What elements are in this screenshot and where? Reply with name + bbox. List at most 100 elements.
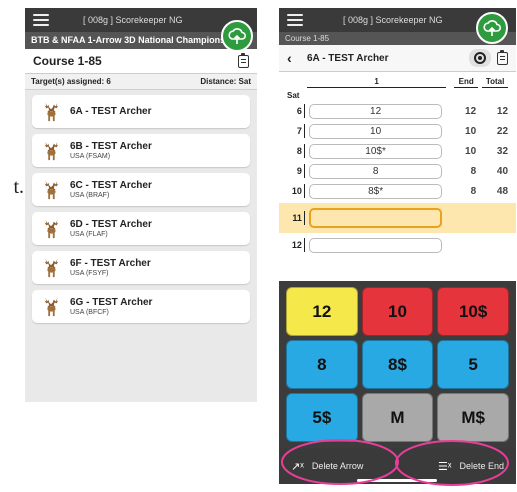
score-row: 10 8$* 8 48 xyxy=(287,181,508,201)
target-number: 10 xyxy=(287,184,305,198)
delete-end-icon: ☰ˣ xyxy=(437,460,452,473)
archer-card-text: 6A - TEST Archer xyxy=(70,106,152,117)
archer-name: 6A - TEST Archer xyxy=(70,106,152,117)
end-score: 8 xyxy=(470,185,477,197)
archer-name: 6B - TEST Archer xyxy=(70,141,152,152)
cloud-sync-icon[interactable] xyxy=(221,20,253,52)
archer-title: 6A - TEST Archer xyxy=(307,52,389,64)
target-view-button[interactable] xyxy=(469,49,491,67)
score-rows: 6 12 12 12 7 10 10 22 8 10$* 10 32 9 8 8 40 10 8$* 8 48 11 12 xyxy=(279,101,516,255)
archer-card-text: 6D - TEST Archer USA (FLAF) xyxy=(70,219,152,238)
target-number: 9 xyxy=(287,164,305,178)
archer-club: USA (BFCF) xyxy=(70,309,109,316)
clipboard-icon[interactable] xyxy=(238,52,249,68)
app-title: [ 008g ] Scorekeeper NG xyxy=(343,15,443,25)
score-row: 7 10 10 22 xyxy=(287,121,508,141)
arrow-score-field[interactable]: 10 xyxy=(308,123,443,139)
arrow-score-field[interactable]: 12 xyxy=(308,103,443,119)
archer-card-text: 6G - TEST Archer USA (BFCF) xyxy=(70,297,152,316)
running-total: 48 xyxy=(496,185,509,197)
column-total: Total xyxy=(482,77,508,88)
archer-card-text: 6B - TEST Archer USA (FSAM) xyxy=(70,141,152,160)
arrow-score-field[interactable] xyxy=(308,237,443,253)
delete-arrow-button[interactable]: ↗ˣ Delete Arrow xyxy=(291,460,363,473)
target-number: 6 xyxy=(287,104,305,118)
delete-arrow-icon: ↗ˣ xyxy=(291,460,304,473)
archer-card[interactable]: 6G - TEST Archer USA (BFCF) xyxy=(32,290,250,323)
background-text-fragment: t. xyxy=(13,176,24,198)
score-table: 1 End Total Sat 6 12 12 12 7 10 10 22 8 10$* 10 32 9… xyxy=(279,72,516,255)
end-score: 12 xyxy=(465,105,477,117)
archer-card-text: 6C - TEST Archer USA (BRAF) xyxy=(70,180,152,199)
archer-card[interactable]: 6F - TEST Archer USA (FSYF) xyxy=(32,251,250,284)
archer-name: 6C - TEST Archer xyxy=(70,180,152,191)
score-key[interactable]: 5 xyxy=(437,340,509,389)
score-key[interactable]: M$ xyxy=(437,393,509,442)
column-end: End xyxy=(454,77,479,88)
column-end-number: 1 xyxy=(307,77,447,88)
archer-card[interactable]: 6B - TEST Archer USA (FSAM) xyxy=(32,134,250,167)
archer-list: 6A - TEST Archer 6B - TEST Archer USA (FSA… xyxy=(25,90,257,334)
score-table-header: 1 End Total xyxy=(287,72,508,88)
archer-header: ‹ 6A - TEST Archer xyxy=(279,45,516,72)
arrow-score-field[interactable]: 10$* xyxy=(308,143,443,159)
arrow-score-field[interactable]: 8 xyxy=(308,163,443,179)
score-row: 12 xyxy=(287,235,508,255)
deer-icon xyxy=(40,179,62,201)
app-title: [ 008g ] Scorekeeper NG xyxy=(83,15,183,25)
score-row: 11 xyxy=(279,203,516,233)
score-keypad: 12 10 10$ 8 8$ 5 5$ M M$ xyxy=(279,281,516,448)
delete-arrow-label: Delete Arrow xyxy=(311,461,364,471)
home-indicator xyxy=(357,479,437,482)
archer-club: USA (BRAF) xyxy=(70,192,110,199)
archer-card[interactable]: 6D - TEST Archer USA (FLAF) xyxy=(32,212,250,245)
score-row: 9 8 8 40 xyxy=(287,161,508,181)
arrow-score-field[interactable]: 8$* xyxy=(308,183,443,199)
end-score: 8 xyxy=(470,165,477,177)
running-total: 12 xyxy=(496,105,509,117)
score-row: 8 10$* 10 32 xyxy=(287,141,508,161)
archer-name: 6G - TEST Archer xyxy=(70,297,153,308)
score-row: 6 12 12 12 xyxy=(287,101,508,121)
target-number: 7 xyxy=(287,124,305,138)
archer-card[interactable]: 6C - TEST Archer USA (BRAF) xyxy=(32,173,250,206)
archer-club: USA (FLAF) xyxy=(70,231,108,238)
target-info-bar: Target(s) assigned: 6 Distance: Sat xyxy=(25,74,257,90)
score-key[interactable]: 5$ xyxy=(286,393,358,442)
cloud-sync-icon[interactable] xyxy=(476,12,508,44)
end-score: 10 xyxy=(465,125,477,137)
deer-icon xyxy=(40,257,62,279)
delete-end-label: Delete End xyxy=(459,461,504,471)
archer-club: USA (FSYF) xyxy=(70,270,109,277)
menu-icon[interactable] xyxy=(33,14,49,26)
archer-club: USA (FSAM) xyxy=(70,153,111,160)
archer-card[interactable]: 6A - TEST Archer xyxy=(32,95,250,128)
score-key[interactable]: 8$ xyxy=(361,340,434,389)
course-title: Course 1-85 xyxy=(33,54,102,68)
deer-icon xyxy=(40,101,62,123)
running-total: 32 xyxy=(496,145,509,157)
distance-label: Distance: Sat xyxy=(200,77,251,86)
archer-name: 6D - TEST Archer xyxy=(70,219,152,230)
scoring-screen: [ 008g ] Scorekeeper NG Course 1-85 ‹ 6A… xyxy=(279,8,516,484)
target-icon xyxy=(474,52,486,64)
end-score: 10 xyxy=(465,145,477,157)
running-total: 40 xyxy=(496,165,509,177)
score-key[interactable]: M xyxy=(361,393,434,442)
deer-icon xyxy=(40,140,62,162)
arrow-score-field[interactable] xyxy=(308,208,443,228)
score-key[interactable]: 10$ xyxy=(437,287,509,336)
course-header: Course 1-85 xyxy=(25,49,257,74)
distance-group-label: Sat xyxy=(287,91,300,100)
delete-end-button[interactable]: ☰ˣ Delete End xyxy=(438,460,504,473)
deer-icon xyxy=(40,296,62,318)
archer-list-screen: [ 008g ] Scorekeeper NG BTB & NFAA 1-Arr… xyxy=(25,8,257,402)
clipboard-icon[interactable] xyxy=(497,49,508,65)
menu-icon[interactable] xyxy=(287,14,303,26)
score-key[interactable]: 10 xyxy=(361,287,434,336)
running-total: 22 xyxy=(496,125,509,137)
archer-card-text: 6F - TEST Archer USA (FSYF) xyxy=(70,258,151,277)
score-key[interactable]: 12 xyxy=(286,287,358,336)
score-key[interactable]: 8 xyxy=(286,340,358,389)
back-chevron-icon[interactable]: ‹ xyxy=(287,50,303,66)
